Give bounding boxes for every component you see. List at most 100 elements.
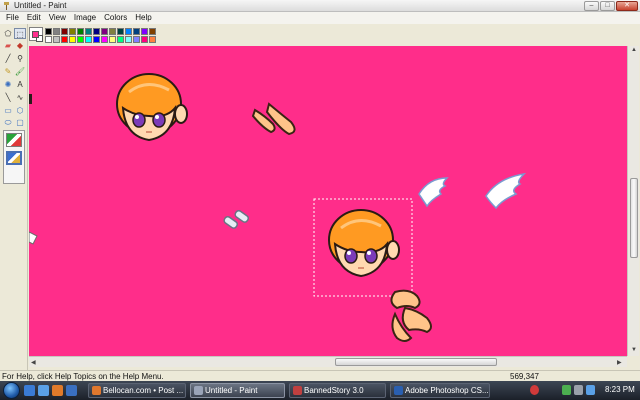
canvas-frame: [29, 46, 627, 356]
photoshop-icon: [394, 386, 403, 395]
network-icon[interactable]: [562, 385, 571, 395]
magnifier-tool[interactable]: ⚲: [14, 53, 26, 64]
select-tool[interactable]: ⬚: [14, 28, 26, 39]
foreground-color[interactable]: [32, 31, 39, 38]
transparent-selection-option[interactable]: [6, 151, 22, 165]
text-tool[interactable]: A: [14, 79, 26, 90]
palette-swatch[interactable]: [117, 28, 124, 35]
opaque-selection-option[interactable]: [6, 133, 22, 147]
bannedstory-icon: [293, 386, 302, 395]
palette-swatch[interactable]: [125, 36, 132, 43]
horizontal-scroll-thumb[interactable]: [335, 358, 497, 366]
switch-windows-icon[interactable]: [38, 385, 49, 396]
ellipse-tool[interactable]: ⬭: [2, 117, 14, 128]
rounded-rectangle-tool[interactable]: ▢: [14, 117, 26, 128]
cursor-coordinates: 569,347: [510, 372, 539, 381]
current-colors: [29, 27, 43, 42]
eraser-tool[interactable]: ▰: [2, 40, 14, 51]
paint-window: Untitled - Paint – □ ✕ File Edit View Im…: [0, 0, 640, 400]
scroll-right-arrow-icon[interactable]: ▶: [617, 359, 622, 366]
palette-swatch[interactable]: [45, 36, 52, 43]
fill-tool[interactable]: ◆: [14, 40, 26, 51]
status-bar: For Help, click Help Topics on the Help …: [0, 370, 640, 381]
taskbar-item-bannedstory[interactable]: BannedStory 3.0: [289, 383, 386, 398]
free-form-select-tool[interactable]: ⬠: [2, 28, 14, 39]
tool-box: ⬠ ⬚ ▰ ◆ ╱ ⚲ ✎ 🖌 ✺ A ╲ ∿ ▭ ⬡ ⬭ ▢: [0, 24, 28, 370]
taskbar-item-paint[interactable]: Untitled - Paint: [190, 383, 285, 398]
close-button[interactable]: ✕: [616, 1, 638, 11]
sprite-hands-1: [251, 102, 296, 136]
palette-swatch[interactable]: [69, 36, 76, 43]
palette-swatch[interactable]: [53, 36, 60, 43]
horizontal-scrollbar[interactable]: ◀ ▶: [29, 356, 627, 367]
paint-icon: [194, 386, 203, 395]
tray-app-icon[interactable]: [530, 385, 539, 395]
palette-swatch[interactable]: [117, 36, 124, 43]
menu-colors[interactable]: Colors: [100, 12, 131, 24]
palette-swatch[interactable]: [69, 28, 76, 35]
minimize-button[interactable]: –: [584, 1, 599, 11]
window-controls: – □ ✕: [584, 1, 638, 11]
volume-icon[interactable]: [574, 385, 583, 395]
sprite-head-2: [328, 209, 400, 278]
quicklaunch-app-icon[interactable]: [66, 385, 77, 396]
polygon-tool[interactable]: ⬡: [14, 105, 26, 116]
color-palette: [29, 26, 159, 44]
scroll-up-arrow-icon[interactable]: ▲: [631, 47, 637, 53]
palette-swatch[interactable]: [101, 36, 108, 43]
palette-swatch[interactable]: [93, 28, 100, 35]
palette-swatch[interactable]: [125, 28, 132, 35]
palette-swatch[interactable]: [53, 28, 60, 35]
line-tool[interactable]: ╲: [2, 92, 14, 103]
palette-swatch[interactable]: [85, 36, 92, 43]
canvas-artwork: [29, 73, 527, 342]
palette-swatch[interactable]: [133, 36, 140, 43]
brush-tool[interactable]: 🖌: [14, 66, 26, 77]
palette-swatch[interactable]: [149, 36, 156, 43]
maximize-button[interactable]: □: [600, 1, 615, 11]
palette-swatch[interactable]: [61, 28, 68, 35]
palette-swatch[interactable]: [109, 36, 116, 43]
pencil-tool[interactable]: ✎: [2, 66, 14, 77]
menu-image[interactable]: Image: [70, 12, 100, 24]
taskbar-item-photoshop[interactable]: Adobe Photoshop CS...: [390, 383, 490, 398]
palette-swatch[interactable]: [101, 28, 108, 35]
menu-edit[interactable]: Edit: [23, 12, 45, 24]
palette-swatch[interactable]: [133, 28, 140, 35]
palette-swatch[interactable]: [141, 28, 148, 35]
palette-swatch[interactable]: [85, 28, 92, 35]
drawing-canvas[interactable]: [29, 46, 627, 356]
palette-swatch[interactable]: [45, 28, 52, 35]
menu-file[interactable]: File: [2, 12, 23, 24]
menu-view[interactable]: View: [45, 12, 70, 24]
vertical-scroll-thumb[interactable]: [630, 178, 638, 258]
firefox-icon: [92, 386, 101, 395]
palette-swatch[interactable]: [93, 36, 100, 43]
palette-swatch[interactable]: [141, 36, 148, 43]
taskbar-item-bellocan[interactable]: Bellocan.com • Post ...: [88, 383, 186, 398]
vertical-scrollbar[interactable]: ▲ ▼: [627, 46, 639, 356]
scroll-down-arrow-icon[interactable]: ▼: [631, 347, 637, 353]
tray-status-icon[interactable]: [586, 385, 595, 395]
rectangle-tool[interactable]: ▭: [2, 105, 14, 116]
menu-help[interactable]: Help: [131, 12, 155, 24]
palette-swatch[interactable]: [77, 36, 84, 43]
paint-app-icon: [4, 2, 9, 10]
task-label: Untitled - Paint: [205, 386, 258, 395]
curve-tool[interactable]: ∿: [14, 92, 26, 103]
firefox-quicklaunch-icon[interactable]: [52, 385, 63, 396]
task-label: Bellocan.com • Post ...: [103, 386, 184, 395]
show-desktop-icon[interactable]: [24, 385, 35, 396]
palette-swatch[interactable]: [61, 36, 68, 43]
sprite-head-1: [116, 73, 188, 142]
palette-swatch[interactable]: [109, 28, 116, 35]
scroll-left-arrow-icon[interactable]: ◀: [31, 359, 36, 366]
pick-color-tool[interactable]: ╱: [2, 53, 14, 64]
palette-swatch[interactable]: [149, 28, 156, 35]
palette-swatch[interactable]: [77, 28, 84, 35]
sprite-wing-right: [485, 172, 527, 210]
airbrush-tool[interactable]: ✺: [2, 79, 14, 90]
tool-options-panel: [3, 130, 25, 184]
sprite-wing-left: [418, 177, 449, 208]
start-button[interactable]: [3, 382, 20, 399]
